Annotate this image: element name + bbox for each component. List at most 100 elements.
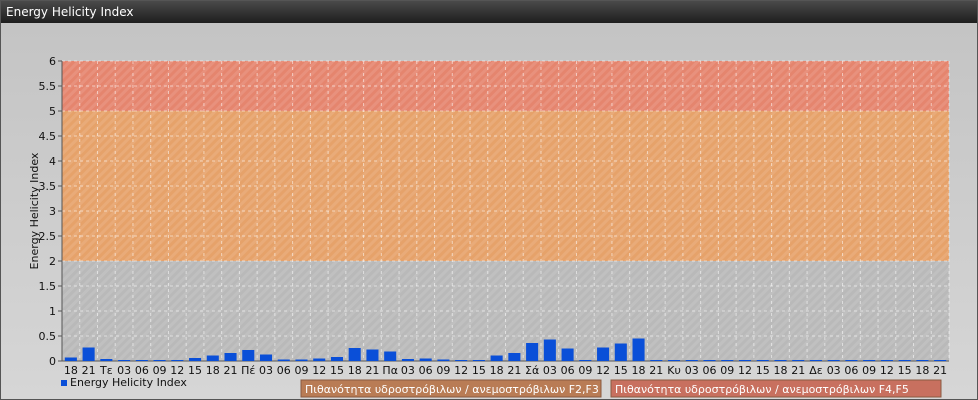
bar-18 — [384, 351, 397, 361]
bar-36 — [703, 360, 716, 361]
bar-1 — [82, 347, 95, 361]
x-tick-label-33: 21 — [649, 364, 663, 377]
legend-label-series: Energy Helicity Index — [70, 376, 187, 389]
x-tick-label-38: 12 — [738, 364, 752, 377]
bar-28 — [561, 348, 574, 361]
x-tick-label-37: 09 — [720, 364, 734, 377]
chart-svg: 0 0.5 1 1.5 2 2.5 3 3.5 4 4.5 5 5.5 6 Energy Helicity… — [28, 55, 950, 398]
bar-2 — [100, 359, 113, 361]
x-tick-label-49: 21 — [933, 364, 947, 377]
x-tick-label-17: 21 — [365, 364, 379, 377]
x-tick-label-44: 06 — [844, 364, 858, 377]
x-tick-label-11: 03 — [259, 364, 273, 377]
bar-44 — [845, 360, 858, 361]
x-tick-label-10: Πέ — [241, 364, 255, 377]
x-tick-label-27: 03 — [543, 364, 557, 377]
x-tick-label-48: 18 — [915, 364, 929, 377]
bar-35 — [685, 360, 698, 361]
bar-6 — [171, 360, 184, 361]
x-tick-label-12: 06 — [277, 364, 291, 377]
bar-24 — [490, 355, 503, 361]
y-tick-label-5: 2.5 — [39, 230, 57, 243]
y-tick-label-3: 1.5 — [39, 280, 57, 293]
x-tick-label-30: 12 — [596, 364, 610, 377]
bar-37 — [721, 360, 734, 361]
x-tick-label-46: 12 — [880, 364, 894, 377]
x-tick-label-22: 12 — [454, 364, 468, 377]
x-tick-label-21: 09 — [436, 364, 450, 377]
bar-41 — [792, 360, 805, 361]
x-tick-label-9: 21 — [224, 364, 238, 377]
bar-38 — [738, 360, 752, 361]
x-tick-label-23: 15 — [472, 364, 486, 377]
chart-panel: Energy Helicity Index 0 0.5 1 1.5 2 2.5 3 3.5 4 4… — [0, 0, 978, 400]
bar-39 — [756, 360, 769, 361]
y-tick-label-11: 5.5 — [39, 80, 57, 93]
x-tick-label-45: 09 — [862, 364, 876, 377]
x-tick-label-39: 15 — [756, 364, 770, 377]
bar-7 — [189, 358, 202, 361]
x-tick-label-32: 18 — [632, 364, 646, 377]
y-tick-label-4: 2 — [49, 255, 56, 268]
bar-32 — [632, 338, 645, 361]
bar-4 — [135, 360, 148, 361]
x-tick-label-40: 18 — [773, 364, 787, 377]
bar-48 — [916, 360, 929, 361]
bar-5 — [153, 360, 166, 361]
y-tick-label-2: 1 — [49, 305, 56, 318]
bar-43 — [827, 360, 840, 361]
bar-11 — [259, 354, 273, 361]
x-tick-label-31: 15 — [614, 364, 628, 377]
bar-10 — [242, 350, 255, 361]
x-tick-label-15: 15 — [330, 364, 344, 377]
y-tick-label-8: 4 — [49, 155, 56, 168]
x-tick-label-13: 09 — [294, 364, 308, 377]
legend-band-label-1: Πιθανότητα υδροστρόβιλων / ανεμοστρόβιλω… — [615, 383, 909, 396]
bar-17 — [366, 349, 379, 361]
bar-12 — [277, 359, 290, 361]
legend-band-label-0: Πιθανότητα υδροστρόβιλων / ανεμοστρόβιλω… — [305, 383, 599, 396]
y-tick-label-10: 5 — [49, 105, 56, 118]
x-tick-label-24: 18 — [490, 364, 504, 377]
x-tick-label-26: Σά — [525, 364, 539, 377]
bar-34 — [667, 360, 681, 361]
bar-45 — [863, 360, 876, 361]
x-tick-label-18: Πα — [382, 364, 398, 377]
bar-42 — [809, 360, 822, 361]
x-tick-label-47: 15 — [898, 364, 912, 377]
x-tick-label-28: 06 — [561, 364, 575, 377]
x-tick-label-41: 21 — [791, 364, 805, 377]
bar-47 — [898, 360, 911, 361]
bar-14 — [313, 358, 326, 361]
bar-3 — [118, 360, 131, 361]
bar-19 — [401, 359, 414, 361]
x-tick-label-29: 09 — [578, 364, 592, 377]
bar-27 — [543, 339, 556, 361]
y-tick-label-12: 6 — [49, 55, 56, 68]
x-tick-label-34: Κυ — [667, 364, 681, 377]
y-tick-label-7: 3.5 — [39, 180, 57, 193]
bar-8 — [206, 355, 219, 361]
bar-25 — [508, 353, 521, 361]
bar-22 — [455, 360, 468, 361]
bar-30 — [597, 347, 610, 361]
bar-13 — [295, 359, 308, 361]
bar-23 — [472, 360, 485, 361]
x-tick-label-42: Δε — [809, 364, 823, 377]
y-axis-title: Energy Helicity Index — [28, 152, 41, 269]
bar-29 — [579, 360, 592, 361]
bar-16 — [348, 348, 361, 361]
legend-swatch-series — [61, 380, 67, 386]
x-tick-label-36: 06 — [703, 364, 717, 377]
x-tick-label-35: 03 — [685, 364, 699, 377]
x-tick-label-7: 15 — [188, 364, 202, 377]
x-tick-label-16: 18 — [348, 364, 362, 377]
x-tick-label-20: 06 — [419, 364, 433, 377]
x-tick-label-8: 18 — [206, 364, 220, 377]
bar-31 — [614, 343, 627, 361]
bar-9 — [224, 353, 237, 361]
bar-21 — [437, 359, 450, 361]
y-tick-label-1: 0.5 — [39, 330, 57, 343]
y-tick-label-9: 4.5 — [39, 130, 57, 143]
y-tick-label-0: 0 — [49, 355, 56, 368]
